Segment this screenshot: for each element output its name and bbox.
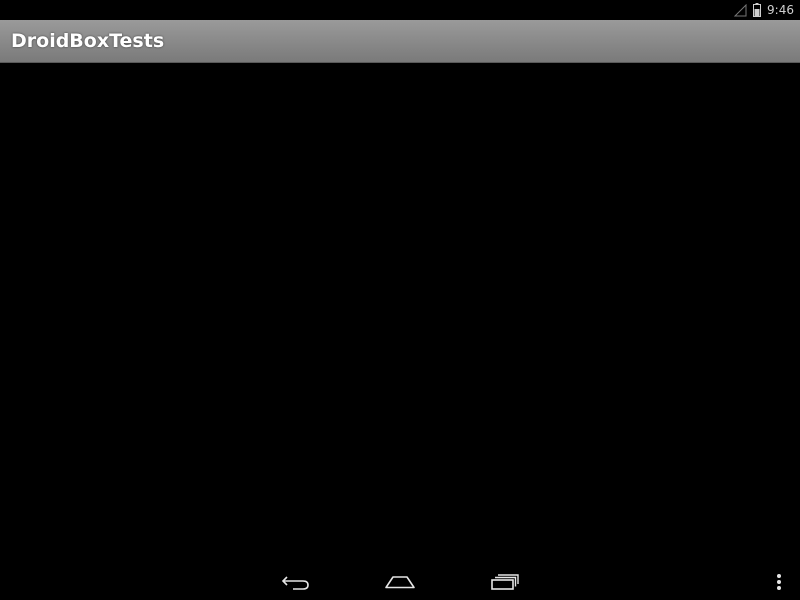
status-icons: 9:46 — [734, 0, 794, 20]
signal-icon — [734, 3, 747, 16]
back-button[interactable] — [274, 563, 318, 600]
status-bar: 9:46 — [0, 0, 800, 20]
status-clock: 9:46 — [767, 3, 794, 17]
recent-apps-button[interactable] — [483, 563, 527, 600]
home-icon — [385, 575, 415, 588]
navigation-bar — [0, 563, 800, 600]
home-button[interactable] — [378, 563, 422, 600]
overflow-menu-icon — [777, 573, 781, 590]
action-bar: DroidBoxTests — [0, 20, 800, 63]
app-title: DroidBoxTests — [11, 30, 165, 52]
recent-apps-icon — [491, 573, 519, 590]
battery-icon — [753, 3, 762, 17]
back-icon — [281, 575, 309, 590]
device-screen: 9:46 DroidBoxTests — [0, 0, 800, 600]
overflow-menu-button[interactable] — [766, 563, 792, 600]
main-content — [0, 63, 800, 563]
